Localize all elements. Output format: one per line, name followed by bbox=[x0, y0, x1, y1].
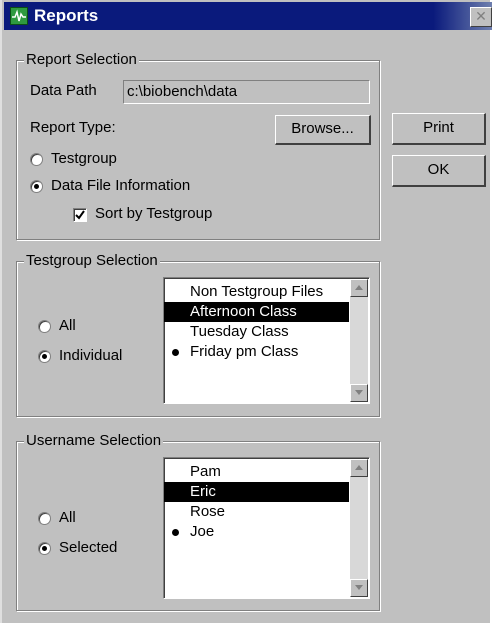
scroll-down-button[interactable] bbox=[350, 384, 368, 402]
testgroup-all-radio[interactable] bbox=[38, 320, 51, 333]
checkmark-icon bbox=[75, 210, 85, 220]
report-type-data-file-radio[interactable] bbox=[30, 180, 43, 193]
username-all-radio[interactable] bbox=[38, 512, 51, 525]
username-all-label: All bbox=[59, 509, 76, 526]
ok-button[interactable]: OK bbox=[392, 155, 486, 187]
list-item[interactable]: Pam bbox=[164, 462, 349, 482]
browse-button-label: Browse... bbox=[291, 120, 354, 137]
radio-selected-dot bbox=[42, 546, 47, 551]
list-item[interactable]: Joe bbox=[164, 522, 349, 542]
list-item[interactable]: Tuesday Class bbox=[164, 322, 349, 342]
report-type-label: Report Type: bbox=[30, 119, 116, 136]
scroll-up-button[interactable] bbox=[350, 279, 368, 297]
testgroup-individual-label: Individual bbox=[59, 347, 123, 364]
browse-button[interactable]: Browse... bbox=[275, 115, 371, 145]
arrow-down-icon bbox=[355, 390, 363, 395]
arrow-up-icon bbox=[355, 465, 363, 470]
list-item[interactable]: Afternoon Class bbox=[164, 302, 349, 322]
testgroup-selection-title: Testgroup Selection bbox=[24, 252, 160, 269]
data-path-field[interactable]: c:\biobench\data bbox=[123, 80, 370, 104]
report-selection-title: Report Selection bbox=[24, 51, 139, 68]
testgroup-scrollbar[interactable] bbox=[350, 279, 368, 402]
print-button-label: Print bbox=[423, 119, 454, 136]
heartbeat-icon bbox=[10, 7, 28, 25]
radio-selected-dot bbox=[42, 354, 47, 359]
list-item[interactable]: Rose bbox=[164, 502, 349, 522]
report-type-testgroup-radio[interactable] bbox=[30, 153, 43, 166]
data-path-label: Data Path bbox=[30, 82, 97, 99]
arrow-up-icon bbox=[355, 285, 363, 290]
title-bar[interactable]: Reports ✕ bbox=[4, 2, 492, 30]
testgroup-individual-radio[interactable] bbox=[38, 350, 51, 363]
close-button[interactable]: ✕ bbox=[470, 7, 492, 27]
list-item[interactable]: Eric bbox=[164, 482, 349, 502]
username-selection-group: Username Selection All Selected Pam Eric… bbox=[16, 432, 380, 611]
username-scrollbar[interactable] bbox=[350, 459, 368, 597]
scroll-up-button[interactable] bbox=[350, 459, 368, 477]
testgroup-all-label: All bbox=[59, 317, 76, 334]
scroll-down-button[interactable] bbox=[350, 579, 368, 597]
sort-by-testgroup-label: Sort by Testgroup bbox=[95, 205, 213, 222]
testgroup-listbox[interactable]: Non Testgroup Files Afternoon Class Tues… bbox=[163, 277, 370, 404]
reports-window: Reports ✕ Report Selection Data Path c:\… bbox=[0, 0, 492, 623]
radio-selected-dot bbox=[34, 184, 39, 189]
data-path-value: c:\biobench\data bbox=[127, 83, 238, 100]
list-item[interactable]: Friday pm Class bbox=[164, 342, 349, 362]
bullet-icon bbox=[172, 349, 179, 356]
arrow-down-icon bbox=[355, 585, 363, 590]
report-type-testgroup-label: Testgroup bbox=[51, 150, 117, 167]
username-selection-title: Username Selection bbox=[24, 432, 164, 449]
window-title: Reports bbox=[34, 6, 99, 25]
username-selected-label: Selected bbox=[59, 539, 118, 556]
username-selected-radio[interactable] bbox=[38, 542, 51, 555]
close-icon: ✕ bbox=[475, 8, 487, 24]
username-listbox[interactable]: Pam Eric Rose Joe bbox=[163, 457, 370, 599]
report-selection-group: Report Selection Data Path c:\biobench\d… bbox=[16, 51, 380, 240]
list-item[interactable]: Non Testgroup Files bbox=[164, 282, 349, 302]
ok-button-label: OK bbox=[427, 161, 450, 178]
report-type-data-file-label: Data File Information bbox=[51, 177, 191, 194]
sort-by-testgroup-checkbox[interactable] bbox=[73, 208, 87, 222]
testgroup-selection-group: Testgroup Selection All Individual Non T… bbox=[16, 252, 380, 417]
bullet-icon bbox=[172, 529, 179, 536]
print-button[interactable]: Print bbox=[392, 113, 486, 145]
